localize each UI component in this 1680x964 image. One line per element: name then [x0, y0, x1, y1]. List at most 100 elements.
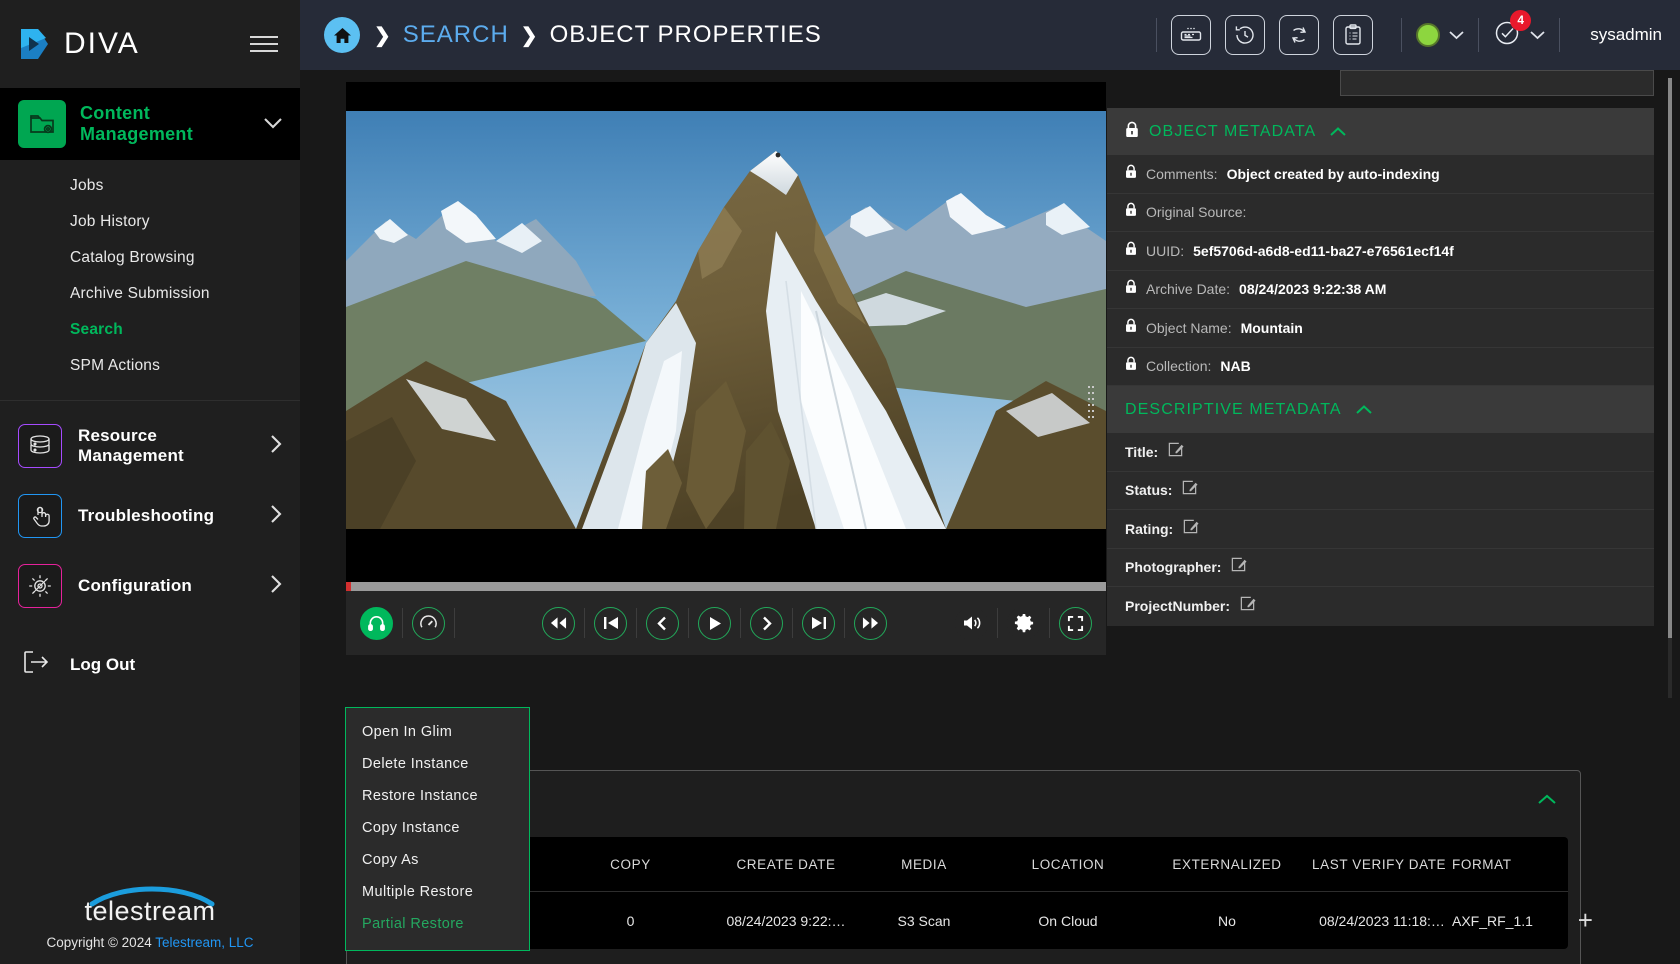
metadata-value: 5ef5706d-a6d8-ed11-ba27-e76561ecf14f: [1193, 243, 1454, 259]
table-header-location[interactable]: LOCATION: [994, 857, 1142, 872]
descriptive-row: Status:: [1107, 472, 1654, 511]
sidebar-item-label: Troubleshooting: [78, 506, 255, 526]
current-user-label[interactable]: sysadmin: [1590, 25, 1662, 45]
context-menu-item-restore-instance[interactable]: Restore Instance: [346, 780, 529, 812]
metadata-row: Original Source:: [1107, 194, 1654, 233]
divider: [1156, 18, 1157, 52]
main-area: ❯ SEARCH ❯ OBJECT PROPERTIES: [300, 0, 1680, 964]
row-copy: 0: [543, 913, 718, 929]
edit-pencil-icon[interactable]: [1167, 441, 1184, 463]
top-header: ❯ SEARCH ❯ OBJECT PROPERTIES: [300, 0, 1680, 70]
skip-start-button[interactable]: [594, 607, 627, 640]
clipboard-list-icon[interactable]: [1333, 15, 1373, 55]
table-header-media[interactable]: MEDIA: [854, 857, 994, 872]
sidebar-item-job-history[interactable]: Job History: [0, 204, 300, 240]
plus-icon[interactable]: +: [1578, 905, 1593, 935]
descriptive-key: Status:: [1125, 482, 1172, 498]
table-header-copy[interactable]: COPY: [543, 857, 718, 872]
play-button[interactable]: [698, 607, 731, 640]
sidebar-logo-row: DIVA: [0, 0, 300, 88]
metadata-search-field[interactable]: [1340, 70, 1654, 96]
descriptive-metadata-header[interactable]: DESCRIPTIVE METADATA: [1107, 386, 1654, 433]
player-controls: [346, 591, 1106, 655]
chevron-up-icon[interactable]: [1538, 791, 1556, 808]
chevron-down-icon: [264, 116, 282, 133]
sidebar-item-search[interactable]: Search: [0, 312, 300, 348]
skip-end-button[interactable]: [802, 607, 835, 640]
sidebar-item-catalog-browsing[interactable]: Catalog Browsing: [0, 240, 300, 276]
table-header-create-date[interactable]: CREATE DATE: [718, 857, 854, 872]
lock-icon: [1125, 318, 1137, 338]
divider: [844, 608, 845, 638]
table-header-format[interactable]: FORMAT: [1452, 857, 1568, 872]
sidebar-item-archive-submission[interactable]: Archive Submission: [0, 276, 300, 312]
divider: [792, 608, 793, 638]
chevron-up-icon: [1356, 402, 1372, 417]
speed-gauge-button[interactable]: [412, 607, 445, 640]
table-header-last-verify-date[interactable]: LAST VERIFY DATE: [1312, 857, 1452, 872]
folder-gear-icon: [18, 100, 66, 148]
notifications-dropdown[interactable]: 4: [1493, 19, 1545, 52]
terminal-icon[interactable]: [1171, 15, 1211, 55]
edit-pencil-icon[interactable]: [1181, 479, 1198, 501]
object-metadata-header[interactable]: OBJECT METADATA: [1107, 108, 1654, 155]
edit-pencil-icon[interactable]: [1230, 556, 1247, 578]
sidebar-item-spm-actions[interactable]: SPM Actions: [0, 348, 300, 384]
chevron-right-icon: [271, 435, 282, 457]
gear-wrench-icon: [18, 564, 62, 608]
settings-gear-button[interactable]: [1007, 607, 1040, 640]
sidebar-item-jobs[interactable]: Jobs: [0, 168, 300, 204]
divider: [1049, 608, 1050, 638]
sync-refresh-icon[interactable]: [1279, 15, 1319, 55]
company-link[interactable]: Telestream, LLC: [155, 935, 253, 950]
table-header-externalized[interactable]: EXTERNALIZED: [1142, 857, 1312, 872]
row-last-verify-date: 08/24/2023 11:18:…: [1312, 913, 1452, 929]
table-row[interactable]: 0 08/24/2023 9:22:… S3 Scan On Cloud No …: [361, 891, 1568, 949]
home-icon[interactable]: [324, 17, 360, 53]
panel-resize-handle[interactable]: [1088, 386, 1095, 422]
burger-line: [250, 50, 278, 52]
context-menu-item-partial-restore[interactable]: Partial Restore: [346, 908, 529, 940]
row-media: S3 Scan: [854, 913, 994, 929]
breadcrumb-link-search[interactable]: SEARCH: [403, 21, 509, 49]
volume-button[interactable]: [955, 607, 988, 640]
status-badge: [1416, 23, 1440, 47]
sidebar-toggle-button[interactable]: [244, 30, 284, 58]
video-canvas[interactable]: [346, 82, 1106, 582]
context-menu-item-open-in-glim[interactable]: Open In Glim: [346, 716, 529, 748]
divider: [1478, 18, 1479, 52]
seek-bar[interactable]: [346, 582, 1106, 591]
system-status-dropdown[interactable]: [1416, 23, 1464, 47]
fast-forward-button[interactable]: [854, 607, 887, 640]
diva-logo-icon: [16, 25, 54, 63]
chevron-down-icon: [1449, 28, 1464, 43]
rewind-button[interactable]: [542, 607, 575, 640]
sidebar-item-configuration[interactable]: Configuration: [0, 551, 300, 621]
context-menu-item-copy-instance[interactable]: Copy Instance: [346, 812, 529, 844]
metadata-value: 08/24/2023 9:22:38 AM: [1239, 281, 1386, 297]
context-menu-item-delete-instance[interactable]: Delete Instance: [346, 748, 529, 780]
divider: [1401, 18, 1402, 52]
brand-logo[interactable]: DIVA: [16, 25, 140, 63]
metadata-key: Collection:: [1146, 358, 1211, 374]
metadata-scrollbar-thumb[interactable]: [1668, 78, 1672, 638]
descriptive-key: Title:: [1125, 444, 1158, 460]
audio-headphones-button[interactable]: [360, 607, 393, 640]
step-back-button[interactable]: [646, 607, 679, 640]
sidebar-item-resource-management[interactable]: Resource Management: [0, 411, 300, 481]
lock-icon: [1125, 241, 1137, 261]
row-expand-cell: +: [1551, 905, 1611, 936]
context-menu-item-copy-as[interactable]: Copy As: [346, 844, 529, 876]
context-menu-item-multiple-restore[interactable]: Multiple Restore: [346, 876, 529, 908]
edit-pencil-icon[interactable]: [1239, 595, 1256, 617]
edit-pencil-icon[interactable]: [1182, 518, 1199, 540]
playhead-handle[interactable]: [346, 582, 351, 591]
row-create-date: 08/24/2023 9:22:…: [718, 913, 854, 929]
sidebar-section-content-management[interactable]: Content Management: [0, 88, 300, 160]
metadata-key: Comments:: [1146, 166, 1218, 182]
step-forward-button[interactable]: [750, 607, 783, 640]
sidebar-item-troubleshooting[interactable]: Troubleshooting: [0, 481, 300, 551]
history-clock-icon[interactable]: [1225, 15, 1265, 55]
logout-button[interactable]: Log Out: [0, 633, 300, 696]
lock-icon: [1125, 121, 1139, 143]
